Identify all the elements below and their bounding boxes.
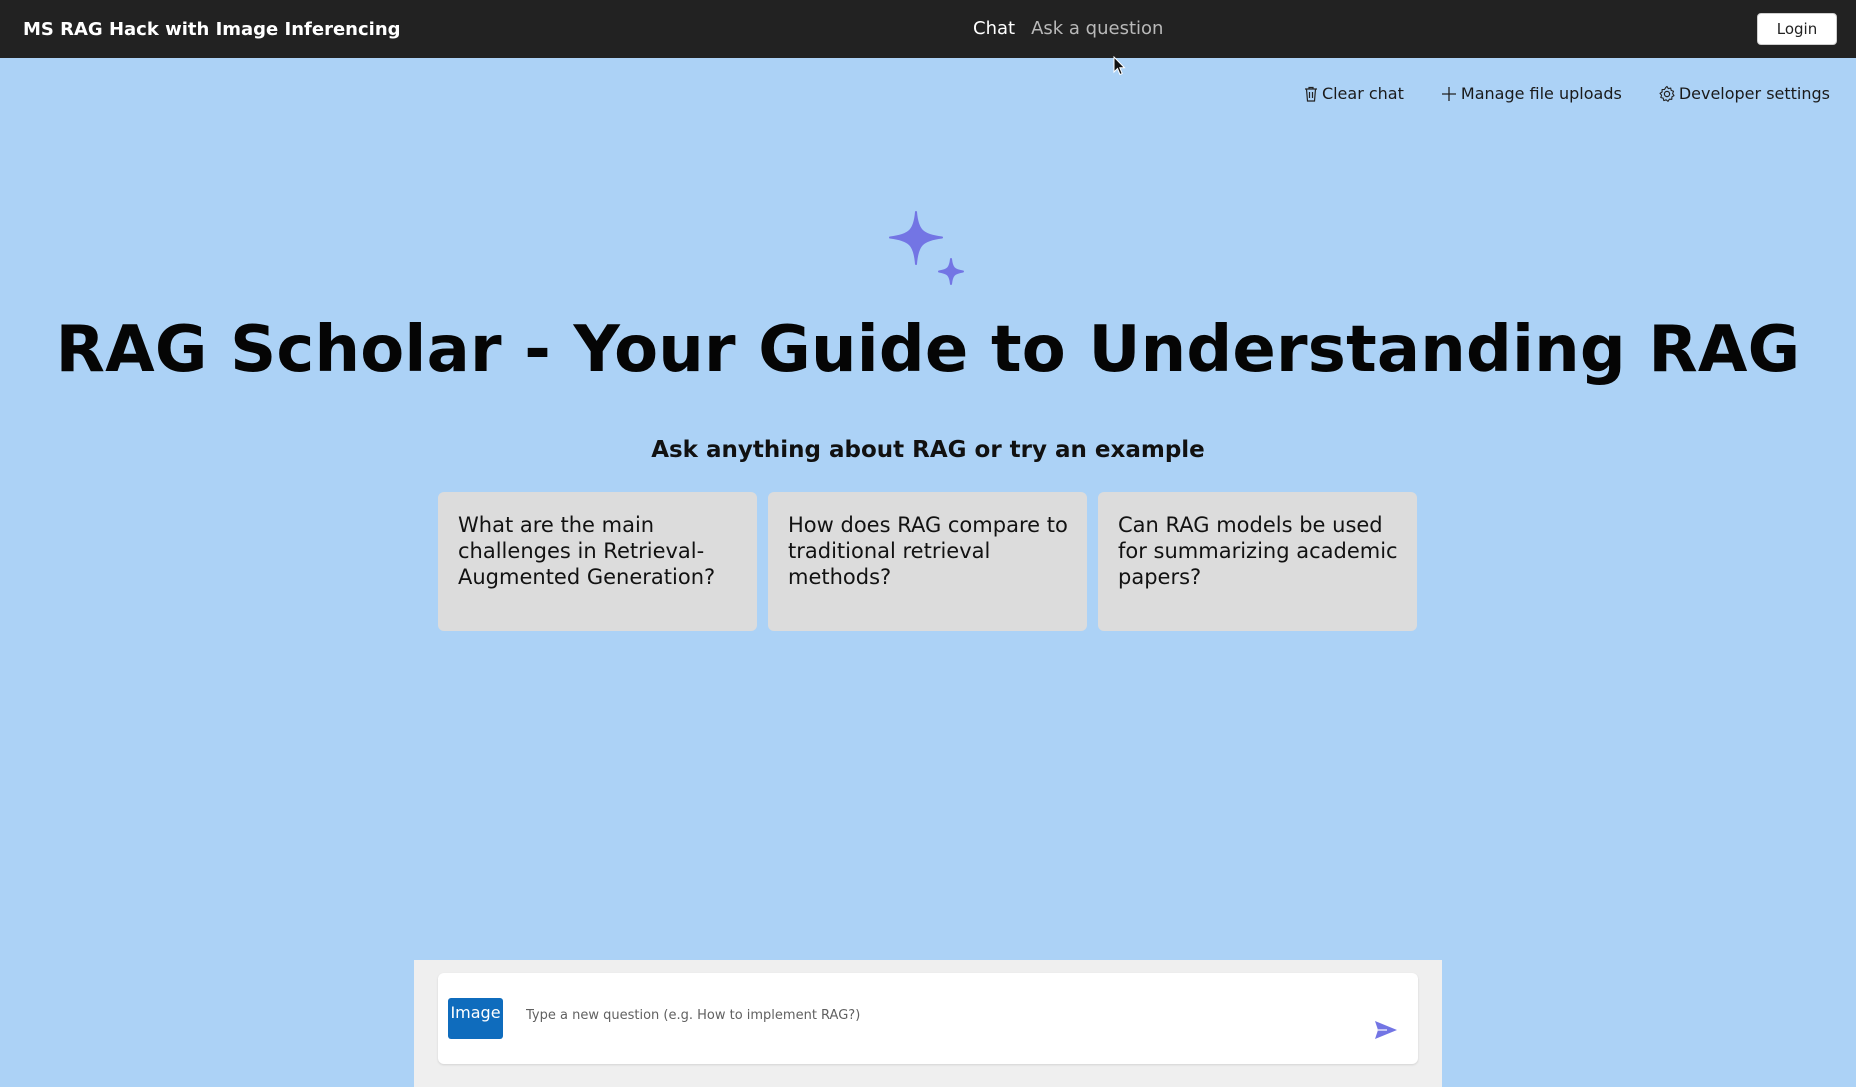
examples-subtitle: Ask anything about RAG or try an example (651, 437, 1205, 463)
example-questions: What are the main challenges in Retrieva… (438, 492, 1417, 631)
question-composer: Image (438, 973, 1418, 1064)
app-title[interactable]: MS RAG Hack with Image Inferencing (23, 19, 401, 40)
top-nav: Chat Ask a question (973, 18, 1163, 39)
clear-chat-button[interactable]: Clear chat (1303, 84, 1404, 103)
mouse-cursor-icon (1113, 56, 1126, 76)
question-input[interactable] (526, 1003, 1326, 1027)
trash-icon (1304, 86, 1317, 102)
manage-file-uploads-button[interactable]: Manage file uploads (1440, 84, 1622, 103)
top-header: MS RAG Hack with Image Inferencing Chat … (0, 0, 1856, 58)
gear-icon (1659, 85, 1675, 102)
nav-chat-link[interactable]: Chat (973, 18, 1015, 39)
sparkle-icon (889, 211, 964, 285)
example-card[interactable]: What are the main challenges in Retrieva… (438, 492, 757, 631)
clear-chat-label: Clear chat (1321, 84, 1404, 103)
manage-file-uploads-label: Manage file uploads (1460, 84, 1622, 103)
send-icon (1375, 1020, 1397, 1039)
developer-settings-label: Developer settings (1678, 84, 1830, 103)
developer-settings-button[interactable]: Developer settings (1658, 84, 1830, 103)
page-title: RAG Scholar - Your Guide to Understandin… (55, 313, 1801, 387)
send-button[interactable] (1372, 1018, 1400, 1044)
example-card[interactable]: Can RAG models be used for summarizing a… (1098, 492, 1417, 631)
plus-icon (1441, 86, 1456, 101)
login-button[interactable]: Login (1757, 13, 1837, 45)
question-composer-area: Image (414, 960, 1442, 1087)
chat-toolbar: Clear chat Manage file uploads Developer… (1303, 84, 1830, 103)
nav-ask-link[interactable]: Ask a question (1031, 18, 1163, 39)
image-upload-button[interactable]: Image (448, 998, 503, 1039)
example-card[interactable]: How does RAG compare to traditional retr… (768, 492, 1087, 631)
